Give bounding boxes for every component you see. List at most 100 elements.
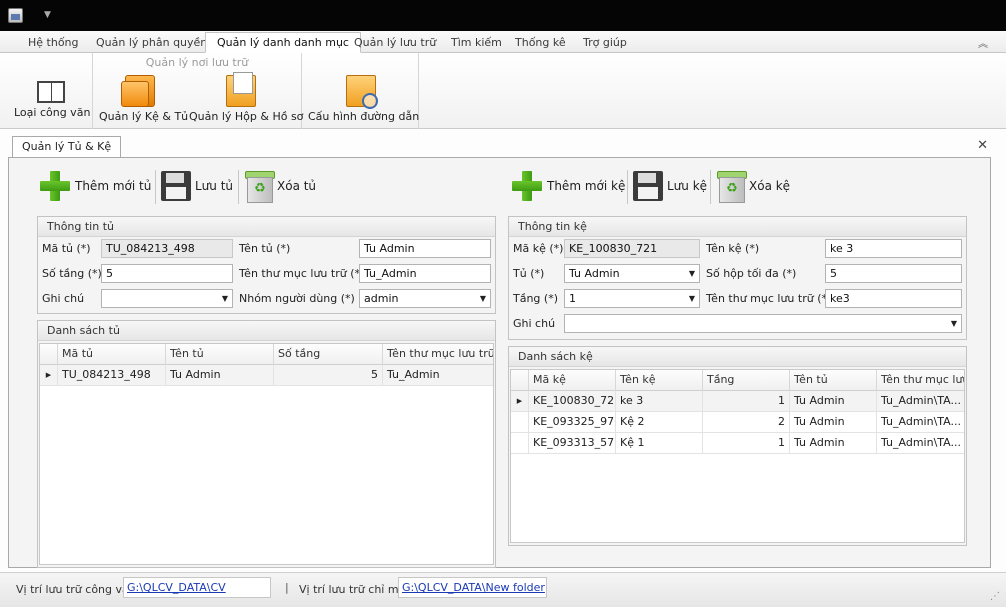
chevron-down-icon[interactable]: ▼ — [480, 290, 486, 307]
danh-sach-ke-panel: Danh sách kệ Mã kệ Tên kệ Tầng Tên tủ Tê… — [508, 346, 967, 546]
save-icon — [161, 171, 191, 201]
column-header[interactable]: Tên tủ — [790, 370, 877, 391]
them-moi-ke-button[interactable]: Thêm mới kệ — [511, 166, 625, 206]
column-header[interactable]: Tên thư mục lưu trữ — [383, 344, 493, 365]
app-icon[interactable] — [8, 8, 23, 23]
chevron-down-icon[interactable]: ▼ — [222, 290, 228, 307]
table-cell: Tu_Admin\TA... — [877, 433, 964, 454]
xoa-tu-label: Xóa tủ — [277, 179, 317, 193]
table-cell: Tu_Admin\TA... — [877, 412, 964, 433]
collapse-ribbon-icon[interactable]: ︽ — [978, 35, 988, 50]
loai-cong-van-button[interactable]: Loại công văn — [14, 75, 91, 119]
chevron-down-icon[interactable]: ▼ — [951, 315, 957, 332]
ten-thu-muc-tu-field[interactable]: Tu_Admin — [359, 264, 491, 283]
recycle-bin-icon — [245, 171, 275, 203]
table-row[interactable]: ▶ KE_100830_721 ke 3 1 Tu Admin Tu_Admin… — [511, 391, 964, 412]
panel-title: Danh sách kệ — [509, 347, 966, 367]
xoa-ke-button[interactable]: Xóa kệ — [717, 166, 790, 206]
document-tab[interactable]: Quản lý Tủ & Kệ — [12, 136, 122, 158]
ma-ke-field[interactable]: KE_100830_721 — [564, 239, 700, 258]
table-cell: 1 — [703, 391, 790, 412]
loai-cong-van-label: Loại công văn — [14, 106, 91, 119]
tab-he-thong[interactable]: Hệ thống — [17, 34, 90, 53]
folder-search-icon — [345, 75, 378, 109]
so-hop-toi-da-label: Số hộp tối đa (*) — [706, 267, 797, 280]
table-row[interactable]: KE_093325_976 Kệ 2 2 Tu Admin Tu_Admin\T… — [511, 412, 964, 433]
so-tang-field[interactable]: 5 — [101, 264, 233, 283]
table-cell: KE_100830_721 — [529, 391, 616, 412]
document-folder-icon — [226, 72, 256, 107]
ghi-chu-tu-label: Ghi chú — [42, 292, 85, 305]
tang-label: Tầng (*) — [513, 292, 558, 305]
tab-quan-ly-luu-tru[interactable]: Quản lý lưu trữ — [343, 34, 447, 53]
ma-tu-field[interactable]: TU_084213_498 — [101, 239, 233, 258]
cau-hinh-duong-dan-button[interactable]: Cấu hình đường dẫn — [308, 75, 419, 123]
cv-location-link[interactable]: G:\QLCV_DATA\CV — [123, 577, 271, 598]
column-header[interactable]: Số tầng — [274, 344, 383, 365]
chevron-down-icon[interactable]: ▼ — [689, 265, 695, 282]
ghi-chu-tu-dropdown[interactable]: ▼ — [101, 289, 233, 308]
ten-thu-muc-ke-field[interactable]: ke3 — [825, 289, 962, 308]
panel-title: Thông tin kệ — [509, 217, 966, 237]
quan-ly-hop-ho-so-button[interactable]: Quản lý Hộp & Hồ sơ — [189, 72, 303, 123]
ribbon: Loại công văn Quản lý nơi lưu trữ Quản l… — [0, 53, 1006, 129]
table-row[interactable]: KE_093313_571 Kệ 1 1 Tu Admin Tu_Admin\T… — [511, 433, 964, 454]
quick-access-dropdown-icon[interactable]: ▼ — [44, 10, 51, 20]
column-header[interactable]: Mã kệ — [529, 370, 616, 391]
add-icon — [511, 170, 543, 202]
tu-dropdown[interactable]: Tu Admin ▼ — [564, 264, 700, 283]
status-bar: Vị trí lưu trữ công văn G:\QLCV_DATA\CV … — [0, 572, 1006, 607]
nhom-nguoi-dung-label: Nhóm người dùng (*) — [239, 292, 355, 305]
table-cell: Tu_Admin\TA... — [877, 391, 964, 412]
luu-tu-button[interactable]: Lưu tủ — [161, 166, 233, 206]
table-cell: Tu_Admin — [383, 365, 493, 386]
ghi-chu-ke-dropdown[interactable]: ▼ — [564, 314, 962, 333]
table-cell: 1 — [703, 433, 790, 454]
ten-ke-field[interactable]: ke 3 — [825, 239, 962, 258]
tab-thong-ke[interactable]: Thống kê — [504, 34, 577, 53]
table-cell: 2 — [703, 412, 790, 433]
tang-dropdown[interactable]: 1 ▼ — [564, 289, 700, 308]
quan-ly-ke-tu-button[interactable]: Quản lý Kệ & Tủ — [99, 75, 189, 123]
tab-tim-kiem[interactable]: Tìm kiếm — [440, 34, 513, 53]
tang-value: 1 — [569, 292, 576, 305]
column-header[interactable]: Mã tủ — [58, 344, 166, 365]
add-icon — [39, 170, 71, 202]
them-moi-tu-button[interactable]: Thêm mới tủ — [39, 166, 151, 206]
cm-location-link[interactable]: G:\QLCV_DATA\New folder — [398, 577, 547, 598]
toolbar-separator — [710, 170, 711, 204]
luu-tu-label: Lưu tủ — [195, 179, 234, 193]
so-hop-toi-da-field[interactable]: 5 — [825, 264, 962, 283]
them-moi-tu-label: Thêm mới tủ — [75, 179, 152, 193]
ke-table: Mã kệ Tên kệ Tầng Tên tủ Tên thư mục lưu… — [510, 369, 965, 543]
table-header: Mã tủ Tên tủ Số tầng Tên thư mục lưu trữ — [40, 344, 493, 365]
row-header-corner — [40, 344, 58, 365]
folder-stack-icon — [121, 75, 155, 107]
table-cell: ke 3 — [616, 391, 703, 412]
column-header[interactable]: Tầng — [703, 370, 790, 391]
column-header[interactable]: Tên kệ — [616, 370, 703, 391]
close-icon[interactable]: ✕ — [977, 138, 988, 153]
ten-tu-field[interactable]: Tu Admin — [359, 239, 491, 258]
ten-thu-muc-tu-label: Tên thư mục lưu trữ (*) — [239, 267, 365, 280]
table-row[interactable]: ▶ TU_084213_498 Tu Admin 5 Tu_Admin — [40, 365, 493, 386]
nhom-nguoi-dung-dropdown[interactable]: admin ▼ — [359, 289, 491, 308]
ribbon-group-loai: Loại công văn — [8, 53, 93, 129]
quan-ly-ke-tu-label: Quản lý Kệ & Tủ — [99, 110, 189, 123]
luu-ke-button[interactable]: Lưu kệ — [633, 166, 707, 206]
tu-label: Tủ (*) — [513, 267, 545, 280]
tab-quan-ly-phan-quyen[interactable]: Quản lý phân quyền — [85, 34, 218, 53]
column-header[interactable]: Tên thư mục lưu... — [877, 370, 964, 391]
xoa-ke-label: Xóa kệ — [749, 179, 791, 193]
table-cell: Kệ 2 — [616, 412, 703, 433]
chevron-down-icon[interactable]: ▼ — [689, 290, 695, 307]
cm-location-label: Vị trí lưu trữ chỉ mục — [299, 583, 412, 596]
ribbon-group-title: Quản lý nơi lưu trữ — [145, 56, 249, 69]
resize-grip-icon[interactable]: ⋰ — [990, 591, 1000, 602]
table-cell: Kệ 1 — [616, 433, 703, 454]
panel-title: Danh sách tủ — [38, 321, 495, 341]
xoa-tu-button[interactable]: Xóa tủ — [245, 166, 316, 206]
column-header[interactable]: Tên tủ — [166, 344, 274, 365]
tab-tro-giup[interactable]: Trợ giúp — [572, 34, 638, 53]
tab-quan-ly-danh-muc[interactable]: Quản lý danh danh mục — [205, 32, 361, 53]
